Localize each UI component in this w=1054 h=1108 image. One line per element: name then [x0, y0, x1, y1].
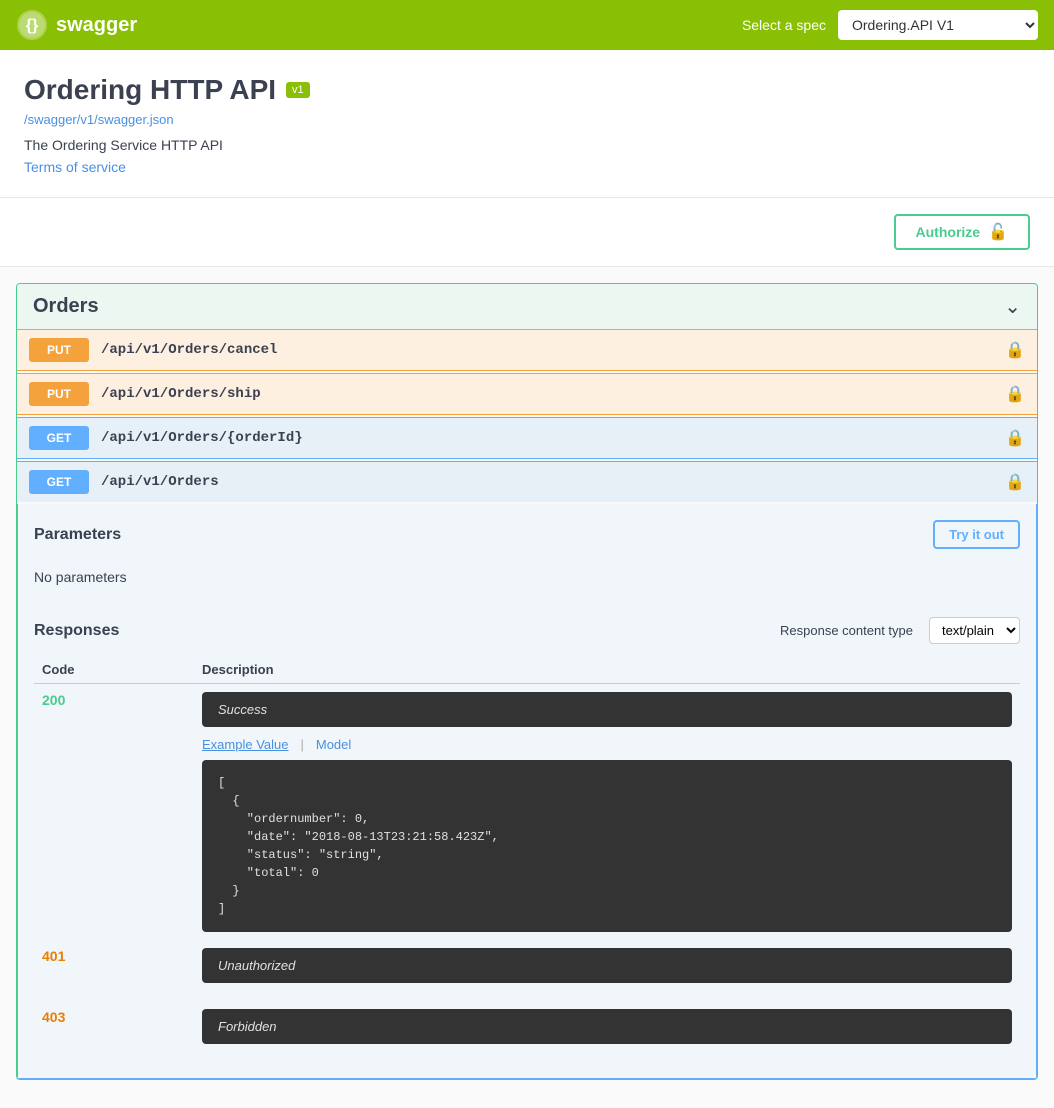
spec-url-link[interactable]: /swagger/v1/swagger.json	[24, 112, 1030, 127]
model-tab[interactable]: Model	[316, 737, 351, 752]
response-code-401: 401	[42, 948, 65, 964]
main-content: Orders ⌄ PUT /api/v1/Orders/cancel 🔒 PUT…	[0, 267, 1054, 1108]
method-badge-get-orderid: GET	[29, 426, 89, 450]
responses-header: Responses Response content type text/pla…	[34, 617, 1020, 644]
response-code-200: 200	[42, 692, 65, 708]
content-type-select[interactable]: text/plain	[929, 617, 1020, 644]
orders-chevron-icon: ⌄	[1004, 294, 1021, 319]
expanded-endpoint-content: Parameters Try it out No parameters Resp…	[17, 504, 1037, 1079]
response-desc-403: Forbidden	[202, 1009, 1012, 1044]
response-content-type-label: Response content type	[780, 623, 913, 638]
main-header: {} swagger Select a spec Ordering.API V1	[0, 0, 1054, 50]
logo-text: swagger	[56, 14, 137, 37]
logo: {} swagger	[16, 9, 137, 41]
method-badge-get-orders: GET	[29, 470, 89, 494]
lock-icon-orderid: 🔒	[1005, 428, 1025, 448]
authorize-button-label: Authorize	[916, 224, 981, 240]
orders-section: Orders ⌄ PUT /api/v1/Orders/cancel 🔒 PUT…	[16, 283, 1038, 1080]
api-description: The Ordering Service HTTP API	[24, 137, 1030, 153]
orders-section-header[interactable]: Orders ⌄	[17, 284, 1037, 329]
col-code-header: Code	[34, 656, 194, 684]
col-description-header: Description	[194, 656, 1020, 684]
api-title: Ordering HTTP API v1	[24, 74, 1030, 106]
example-value-tab[interactable]: Example Value	[202, 737, 288, 752]
endpoint-put-cancel[interactable]: PUT /api/v1/Orders/cancel 🔒	[17, 329, 1037, 371]
example-tabs: Example Value | Model	[202, 737, 1012, 752]
lock-icon: 🔓	[988, 222, 1008, 242]
response-row-200: 200 Success Example Value | Model [ { "o…	[34, 684, 1020, 941]
lock-icon-ship: 🔒	[1005, 384, 1025, 404]
endpoint-get-orders[interactable]: GET /api/v1/Orders 🔒	[17, 461, 1037, 502]
version-badge: v1	[286, 82, 310, 98]
parameters-label: Parameters	[34, 526, 121, 544]
orders-section-title: Orders	[33, 295, 99, 318]
response-desc-401: Unauthorized	[202, 948, 1012, 983]
no-parameters-text: No parameters	[34, 561, 1020, 601]
authorize-section: Authorize 🔓	[0, 198, 1054, 267]
try-it-out-button[interactable]: Try it out	[933, 520, 1020, 549]
response-content-type-container: Response content type text/plain	[780, 617, 1020, 644]
responses-label: Responses	[34, 622, 119, 640]
response-row-403: 403 Forbidden	[34, 1001, 1020, 1062]
responses-section: Responses Response content type text/pla…	[34, 617, 1020, 1062]
endpoint-path-orderid: /api/v1/Orders/{orderId}	[101, 430, 1005, 446]
response-row-401: 401 Unauthorized	[34, 940, 1020, 1001]
code-sample-200: [ { "ordernumber": 0, "date": "2018-08-1…	[202, 760, 1012, 932]
lock-icon-cancel: 🔒	[1005, 340, 1025, 360]
endpoint-path-cancel: /api/v1/Orders/cancel	[101, 342, 1005, 358]
terms-of-service-link[interactable]: Terms of service	[24, 159, 126, 175]
response-table: Code Description 200 Success	[34, 656, 1020, 1062]
method-badge-put-ship: PUT	[29, 382, 89, 406]
tab-separator: |	[300, 737, 303, 752]
api-title-text: Ordering HTTP API	[24, 74, 276, 106]
info-section: Ordering HTTP API v1 /swagger/v1/swagger…	[0, 50, 1054, 198]
parameters-header: Parameters Try it out	[34, 520, 1020, 549]
response-code-403: 403	[42, 1009, 65, 1025]
response-desc-success: Success	[202, 692, 1012, 727]
endpoint-put-ship[interactable]: PUT /api/v1/Orders/ship 🔒	[17, 373, 1037, 415]
spec-select[interactable]: Ordering.API V1	[838, 10, 1038, 40]
method-badge-put-cancel: PUT	[29, 338, 89, 362]
endpoint-path-ship: /api/v1/Orders/ship	[101, 386, 1005, 402]
swagger-logo-icon: {}	[16, 9, 48, 41]
svg-text:{}: {}	[26, 17, 38, 34]
endpoint-path-orders: /api/v1/Orders	[101, 474, 1005, 490]
endpoint-get-orderid[interactable]: GET /api/v1/Orders/{orderId} 🔒	[17, 417, 1037, 459]
authorize-button[interactable]: Authorize 🔓	[894, 214, 1030, 250]
select-spec-label: Select a spec	[742, 17, 826, 33]
header-right: Select a spec Ordering.API V1	[742, 10, 1038, 40]
lock-icon-orders: 🔒	[1005, 472, 1025, 492]
